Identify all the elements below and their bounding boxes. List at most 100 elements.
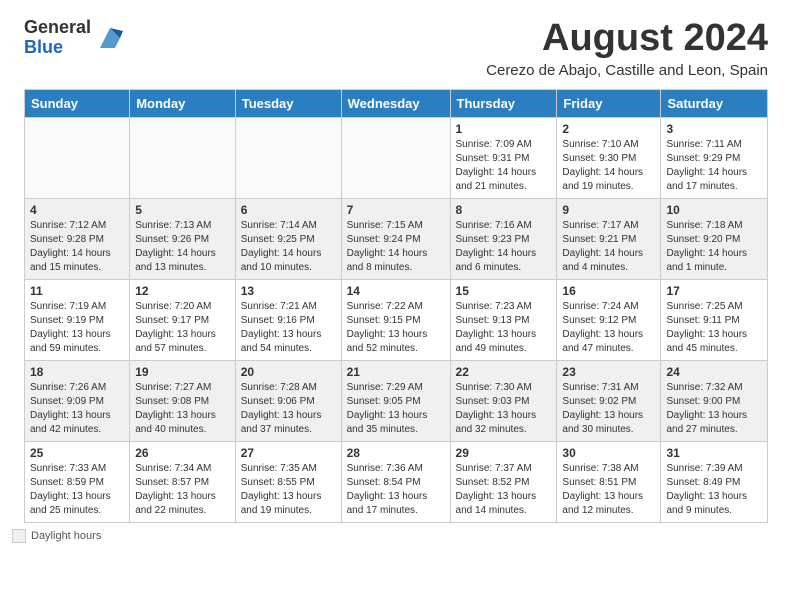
day-info: Sunrise: 7:13 AM Sunset: 9:26 PM Dayligh… xyxy=(135,219,230,275)
table-row: 12 Sunrise: 7:20 AM Sunset: 9:17 PM Dayli… xyxy=(130,279,236,360)
table-row: 28Sunrise: 7:36 AM Sunset: 8:54 PM Dayli… xyxy=(341,441,450,522)
day-number: 1 xyxy=(456,122,552,136)
day-info: Sunrise: 7:21 AM Sunset: 9:16 PM Dayligh… xyxy=(241,300,336,356)
day-info: Sunrise: 7:29 AM Sunset: 9:05 PM Dayligh… xyxy=(347,381,445,437)
table-row: 18Sunrise: 7:26 AM Sunset: 9:09 PM Dayli… xyxy=(25,360,130,441)
day-number: 6 xyxy=(241,203,336,217)
table-row: 10 Sunrise: 7:18 AM Sunset: 9:20 PM Dayli… xyxy=(661,198,768,279)
calendar-body: 1Sunrise: 7:09 AM Sunset: 9:31 PM Daylig… xyxy=(25,117,768,522)
day-number: 22 xyxy=(456,365,552,379)
table-row: 14 Sunrise: 7:22 AM Sunset: 9:15 PM Dayli… xyxy=(341,279,450,360)
table-row: 9Sunrise: 7:17 AM Sunset: 9:21 PM Daylig… xyxy=(557,198,661,279)
table-row: 23 Sunrise: 7:31 AM Sunset: 9:02 PM Dayli… xyxy=(557,360,661,441)
day-number: 15 xyxy=(456,284,552,298)
legend: Daylight hours xyxy=(0,523,792,549)
calendar-wrapper: Sunday Monday Tuesday Wednesday Thursday… xyxy=(0,89,792,523)
table-row xyxy=(235,117,341,198)
table-row: 20Sunrise: 7:28 AM Sunset: 9:06 PM Dayli… xyxy=(235,360,341,441)
day-number: 9 xyxy=(562,203,655,217)
day-number: 13 xyxy=(241,284,336,298)
day-number: 27 xyxy=(241,446,336,460)
header-row: Sunday Monday Tuesday Wednesday Thursday… xyxy=(25,89,768,117)
day-number: 11 xyxy=(30,284,124,298)
week-row-1: 1Sunrise: 7:09 AM Sunset: 9:31 PM Daylig… xyxy=(25,117,768,198)
day-info: Sunrise: 7:16 AM Sunset: 9:23 PM Dayligh… xyxy=(456,219,552,275)
table-row xyxy=(341,117,450,198)
day-info: Sunrise: 7:20 AM Sunset: 9:17 PM Dayligh… xyxy=(135,300,230,356)
table-row: 3Sunrise: 7:11 AM Sunset: 9:29 PM Daylig… xyxy=(661,117,768,198)
day-number: 8 xyxy=(456,203,552,217)
day-info: Sunrise: 7:25 AM Sunset: 9:11 PM Dayligh… xyxy=(666,300,762,356)
day-info: Sunrise: 7:39 AM Sunset: 8:49 PM Dayligh… xyxy=(666,462,762,518)
table-row: 5 Sunrise: 7:13 AM Sunset: 9:26 PM Daylig… xyxy=(130,198,236,279)
table-row: 13 Sunrise: 7:21 AM Sunset: 9:16 PM Dayli… xyxy=(235,279,341,360)
logo: General Blue xyxy=(24,18,125,58)
table-row: 24Sunrise: 7:32 AM Sunset: 9:00 PM Dayli… xyxy=(661,360,768,441)
table-row: 8 Sunrise: 7:16 AM Sunset: 9:23 PM Daylig… xyxy=(450,198,557,279)
day-number: 10 xyxy=(666,203,762,217)
day-info: Sunrise: 7:23 AM Sunset: 9:13 PM Dayligh… xyxy=(456,300,552,356)
day-number: 21 xyxy=(347,365,445,379)
calendar-header: Sunday Monday Tuesday Wednesday Thursday… xyxy=(25,89,768,117)
col-monday: Monday xyxy=(130,89,236,117)
day-number: 4 xyxy=(30,203,124,217)
col-thursday: Thursday xyxy=(450,89,557,117)
day-info: Sunrise: 7:33 AM Sunset: 8:59 PM Dayligh… xyxy=(30,462,124,518)
day-info: Sunrise: 7:10 AM Sunset: 9:30 PM Dayligh… xyxy=(562,138,655,194)
day-info: Sunrise: 7:38 AM Sunset: 8:51 PM Dayligh… xyxy=(562,462,655,518)
table-row: 31 Sunrise: 7:39 AM Sunset: 8:49 PM Dayli… xyxy=(661,441,768,522)
day-number: 18 xyxy=(30,365,124,379)
day-info: Sunrise: 7:18 AM Sunset: 9:20 PM Dayligh… xyxy=(666,219,762,275)
day-info: Sunrise: 7:28 AM Sunset: 9:06 PM Dayligh… xyxy=(241,381,336,437)
table-row: 16Sunrise: 7:24 AM Sunset: 9:12 PM Dayli… xyxy=(557,279,661,360)
day-info: Sunrise: 7:19 AM Sunset: 9:19 PM Dayligh… xyxy=(30,300,124,356)
logo-icon xyxy=(95,23,125,53)
table-row xyxy=(25,117,130,198)
day-info: Sunrise: 7:35 AM Sunset: 8:55 PM Dayligh… xyxy=(241,462,336,518)
day-info: Sunrise: 7:30 AM Sunset: 9:03 PM Dayligh… xyxy=(456,381,552,437)
logo-text: General Blue xyxy=(24,18,91,58)
table-row: 7 Sunrise: 7:15 AM Sunset: 9:24 PM Daylig… xyxy=(341,198,450,279)
col-sunday: Sunday xyxy=(25,89,130,117)
title-area: August 2024 Cerezo de Abajo, Castille an… xyxy=(486,18,768,79)
table-row: 26Sunrise: 7:34 AM Sunset: 8:57 PM Dayli… xyxy=(130,441,236,522)
table-row: 17Sunrise: 7:25 AM Sunset: 9:11 PM Dayli… xyxy=(661,279,768,360)
table-row: 25Sunrise: 7:33 AM Sunset: 8:59 PM Dayli… xyxy=(25,441,130,522)
day-number: 31 xyxy=(666,446,762,460)
day-info: Sunrise: 7:31 AM Sunset: 9:02 PM Dayligh… xyxy=(562,381,655,437)
week-row-2: 4 Sunrise: 7:12 AM Sunset: 9:28 PM Daylig… xyxy=(25,198,768,279)
day-number: 29 xyxy=(456,446,552,460)
table-row: 1Sunrise: 7:09 AM Sunset: 9:31 PM Daylig… xyxy=(450,117,557,198)
table-row: 2 Sunrise: 7:10 AM Sunset: 9:30 PM Daylig… xyxy=(557,117,661,198)
week-row-4: 18Sunrise: 7:26 AM Sunset: 9:09 PM Dayli… xyxy=(25,360,768,441)
logo-general-text: General xyxy=(24,18,91,38)
day-info: Sunrise: 7:15 AM Sunset: 9:24 PM Dayligh… xyxy=(347,219,445,275)
day-number: 23 xyxy=(562,365,655,379)
table-row: 21 Sunrise: 7:29 AM Sunset: 9:05 PM Dayli… xyxy=(341,360,450,441)
table-row: 19Sunrise: 7:27 AM Sunset: 9:08 PM Dayli… xyxy=(130,360,236,441)
day-number: 19 xyxy=(135,365,230,379)
table-row: 29 Sunrise: 7:37 AM Sunset: 8:52 PM Dayli… xyxy=(450,441,557,522)
col-saturday: Saturday xyxy=(661,89,768,117)
table-row: 27 Sunrise: 7:35 AM Sunset: 8:55 PM Dayli… xyxy=(235,441,341,522)
main-title: August 2024 xyxy=(486,18,768,60)
day-info: Sunrise: 7:12 AM Sunset: 9:28 PM Dayligh… xyxy=(30,219,124,275)
day-info: Sunrise: 7:11 AM Sunset: 9:29 PM Dayligh… xyxy=(666,138,762,194)
day-info: Sunrise: 7:22 AM Sunset: 9:15 PM Dayligh… xyxy=(347,300,445,356)
table-row xyxy=(130,117,236,198)
day-number: 14 xyxy=(347,284,445,298)
day-number: 12 xyxy=(135,284,230,298)
subtitle: Cerezo de Abajo, Castille and Leon, Spai… xyxy=(486,62,768,79)
day-number: 7 xyxy=(347,203,445,217)
day-info: Sunrise: 7:37 AM Sunset: 8:52 PM Dayligh… xyxy=(456,462,552,518)
legend-text: Daylight hours xyxy=(31,530,101,542)
day-number: 5 xyxy=(135,203,230,217)
table-row: 4 Sunrise: 7:12 AM Sunset: 9:28 PM Daylig… xyxy=(25,198,130,279)
day-number: 2 xyxy=(562,122,655,136)
header: General Blue August 2024 Cerezo de Abajo… xyxy=(0,0,792,89)
week-row-3: 11 Sunrise: 7:19 AM Sunset: 9:19 PM Dayli… xyxy=(25,279,768,360)
day-number: 26 xyxy=(135,446,230,460)
day-number: 24 xyxy=(666,365,762,379)
table-row: 15 Sunrise: 7:23 AM Sunset: 9:13 PM Dayli… xyxy=(450,279,557,360)
legend-box-icon xyxy=(12,529,26,543)
